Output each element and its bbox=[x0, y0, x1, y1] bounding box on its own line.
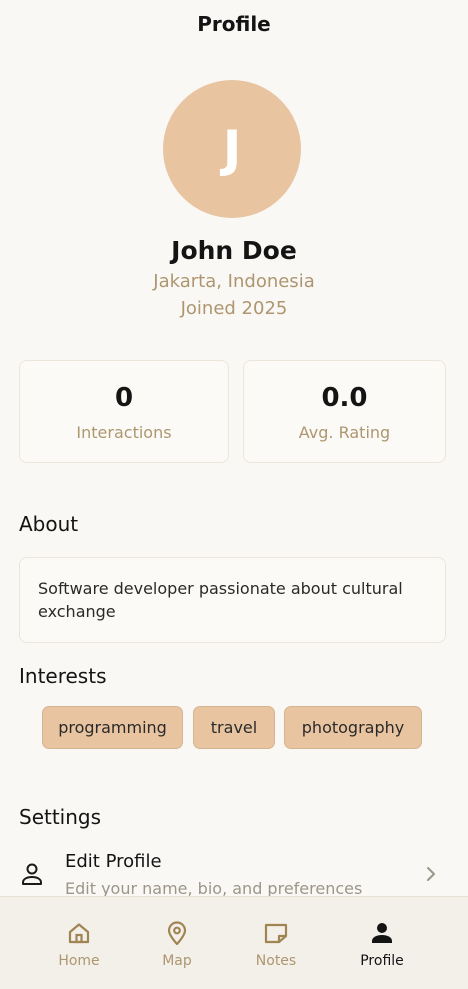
stat-value: 0 bbox=[114, 383, 134, 413]
nav-label: Profile bbox=[360, 953, 404, 969]
nav-label: Home bbox=[58, 953, 100, 969]
avatar: J bbox=[163, 80, 301, 218]
page-title: Profile bbox=[197, 12, 271, 36]
interests-heading: Interests bbox=[19, 664, 107, 688]
settings-item-title: Edit Profile bbox=[65, 851, 162, 872]
stat-value: 0.0 bbox=[321, 383, 368, 413]
person-icon bbox=[22, 863, 42, 885]
nav-item-profile[interactable]: Profile bbox=[347, 897, 417, 989]
avatar-initial: J bbox=[222, 120, 242, 178]
about-box: Software developer passionate about cult… bbox=[19, 557, 446, 643]
chevron-right-icon bbox=[427, 867, 435, 881]
home-icon bbox=[68, 923, 90, 944]
nav-item-home[interactable]: Home bbox=[44, 897, 114, 989]
about-text: Software developer passionate about cult… bbox=[38, 579, 403, 621]
nav-item-map[interactable]: Map bbox=[142, 897, 212, 989]
stat-label: Avg. Rating bbox=[298, 423, 391, 442]
profile-joined: Joined 2025 bbox=[180, 298, 288, 319]
stat-card-rating: 0.0 Avg. Rating bbox=[243, 360, 446, 463]
profile-location: Jakarta, Indonesia bbox=[153, 271, 315, 292]
stat-card-interactions: 0 Interactions bbox=[19, 360, 229, 463]
interest-chip[interactable]: programming bbox=[42, 706, 183, 749]
interest-chips: programming travel photography bbox=[0, 706, 468, 750]
nav-item-notes[interactable]: Notes bbox=[241, 897, 311, 989]
person-icon bbox=[372, 923, 392, 943]
stat-label: Interactions bbox=[76, 423, 172, 442]
profile-screen: Profile J John Doe Jakarta, Indonesia Jo… bbox=[0, 0, 468, 989]
nav-label: Notes bbox=[255, 953, 297, 969]
settings-item-edit-profile[interactable]: Edit Profile Edit your name, bio, and pr… bbox=[0, 848, 468, 898]
settings-heading: Settings bbox=[19, 805, 102, 829]
interest-chip[interactable]: travel bbox=[193, 706, 275, 749]
nav-label: Map bbox=[162, 953, 192, 969]
bottom-nav: Home Map Notes Profile bbox=[0, 896, 468, 989]
note-icon bbox=[264, 923, 288, 944]
map-pin-icon bbox=[167, 921, 187, 946]
about-heading: About bbox=[19, 512, 79, 536]
interest-chip[interactable]: photography bbox=[284, 706, 422, 749]
profile-name: John Doe bbox=[171, 236, 297, 265]
